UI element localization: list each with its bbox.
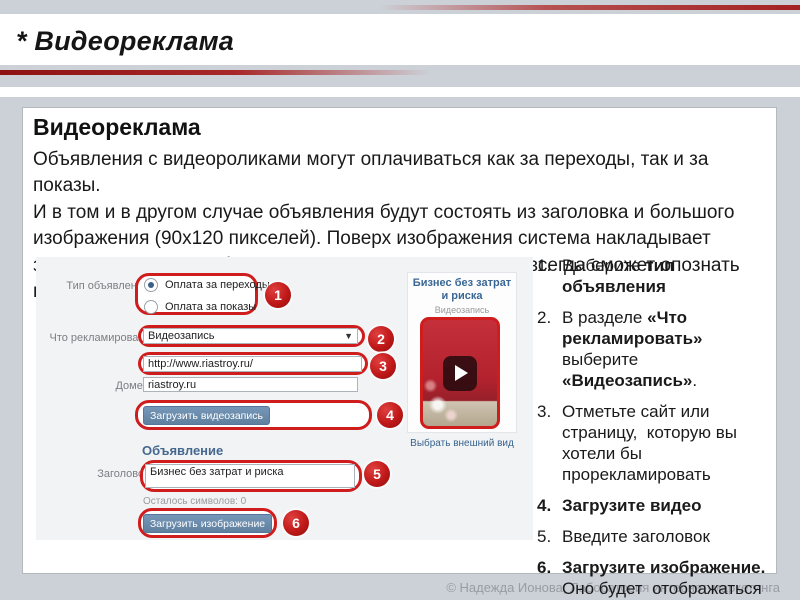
radio-selected-icon[interactable] [144,278,158,292]
step-line: объявления [562,277,666,296]
play-icon[interactable] [443,355,477,391]
radio-pay-per-click[interactable]: Оплата за переходы [144,278,270,292]
steps-list: 1. Выберите тип объявления 2. В разделе «Что… [537,255,787,600]
bottom-accent-line [0,70,430,75]
preview-title-link[interactable]: Бизнес без затрат и риска [408,277,516,303]
paragraph-line: И в том и в другом случае объявления буд… [33,201,735,223]
top-accent-line [380,5,800,10]
slide: * Видеореклама Видеореклама Объявления с… [0,0,800,600]
radio-pay-per-view[interactable]: Оплата за показы [144,300,256,314]
step-badge-3: 3 [370,353,396,379]
step-line: Введите заголовок [562,527,710,546]
paragraph-line: Объявления с видеороликами могут оплачив… [33,149,709,170]
preview-title-line2: и риска [441,290,483,302]
step-line: рекламировать» [562,329,703,348]
step-number: 2. [537,308,552,327]
step-item: 6. Загрузите изображение. Оно будет отобра… [537,557,787,599]
step-line: Загрузите изображение. [562,558,766,577]
ad-section-header: Объявление [142,443,224,458]
url-input[interactable]: http://www.riastroy.ru/ [143,356,362,372]
video-thumbnail[interactable] [420,317,500,429]
step-line: Отметьте сайт или [562,402,710,421]
radio-label: Оплата за переходы [165,279,270,291]
step-line: Выберите тип [562,256,675,275]
step-item: 4. Загрузите видео [537,495,787,516]
chevron-down-icon: ▼ [344,331,353,341]
radio-unselected-icon[interactable] [144,300,158,314]
upload-image-button[interactable]: Загрузить изображение [143,514,272,533]
thin-white-band [0,87,800,97]
paragraph-line: показы. [33,175,101,197]
step-number: 1. [537,256,552,275]
step-line: хотели бы [562,444,642,463]
step-line: страницу, которую вы [562,423,738,442]
step-item: 1. Выберите тип объявления [537,255,787,297]
step-item: 5. Введите заголовок [537,526,787,547]
advertise-label: Что рекламировать: [49,332,153,344]
step-number: 4. [537,496,552,515]
ad-preview-card: Бизнес без затрат и риска Видеозапись [407,272,517,433]
upload-video-button[interactable]: Загрузить видеозапись [143,406,270,425]
choose-appearance-link[interactable]: Выбрать внешний вид [407,438,517,449]
title-input[interactable]: Бизнес без затрат и риска [145,464,355,488]
advertise-select-value: Видеозапись [148,330,215,342]
chars-left-note: Осталось символов: 0 [143,496,247,507]
domain-label: Домен: [115,380,152,392]
ad-form-screenshot: Тип объявления: Оплата за переходы Оплат… [36,257,533,540]
step-number: 6. [537,558,552,577]
step-line: Оно будет отображаться [562,579,762,598]
step-badge-4: 4 [377,402,403,428]
slide-title: * Видеореклама [16,26,234,56]
step-line: выберите [562,350,639,369]
step-badge-6: 6 [283,510,309,536]
paragraph-line: изображения (90х120 пикселей). Поверх из… [33,228,711,250]
step-line: В разделе «Что [562,308,687,327]
step-number: 3. [537,402,552,421]
step-line: прорекламировать [562,465,711,484]
radio-label: Оплата за показы [165,301,257,313]
preview-title-line1: Бизнес без затрат [412,277,512,289]
step-badge-1: 1 [265,282,291,308]
title-label: Заголовок: [97,468,152,480]
step-item: 3. Отметьте сайт или страницу, которую вы х… [537,401,787,485]
advertise-select[interactable]: Видеозапись ▼ [143,328,358,344]
step-badge-2: 2 [368,326,394,352]
step-number: 5. [537,527,552,546]
step-line: Загрузите видео [562,496,702,515]
step-badge-5: 5 [364,461,390,487]
preview-subtitle: Видеозапись [434,305,490,315]
content-heading: Видеореклама [33,114,201,140]
step-item: 2. В разделе «Что рекламировать» выберите «В… [537,307,787,391]
domain-input[interactable]: riastroy.ru [143,377,358,392]
step-line: «Видеозапись». [562,371,698,390]
